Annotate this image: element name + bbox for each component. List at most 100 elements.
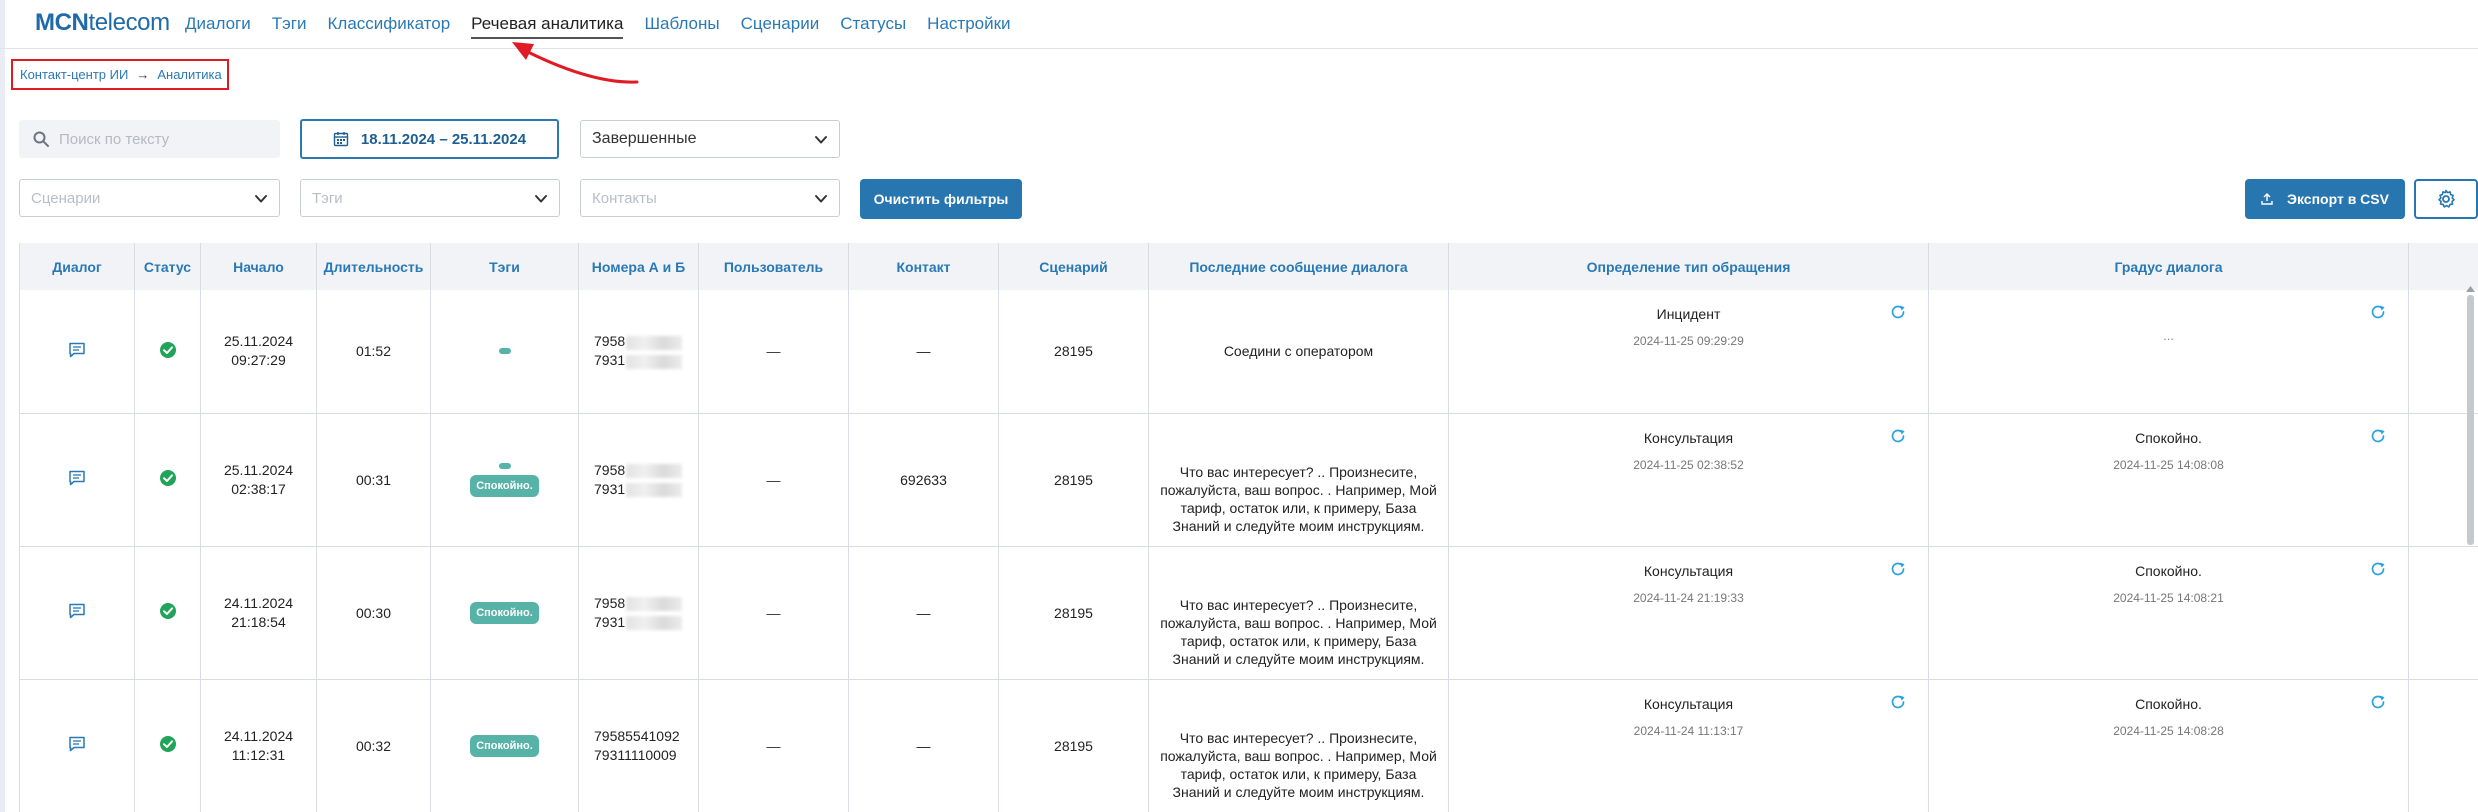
start-date: 25.11.2024 <box>223 461 294 478</box>
start-date: 24.11.2024 <box>223 594 294 611</box>
request-type-cell: Консультация 2024-11-25 02:38:52 <box>1448 413 1929 547</box>
refresh-icon[interactable] <box>2370 428 2386 447</box>
clear-filters-button[interactable]: Очистить фильтры <box>860 179 1022 219</box>
column-header-dialog[interactable]: Диалог <box>19 243 135 290</box>
tag-badge[interactable]: Спокойно. <box>470 474 539 497</box>
numbers-cell: 7958 7931 <box>578 413 699 547</box>
column-header-contact[interactable]: Контакт <box>848 243 999 290</box>
breadcrumb-arrow-icon: → <box>136 67 150 82</box>
tags-cell <box>430 290 579 414</box>
tag-badge[interactable]: Спокойно. <box>470 734 539 757</box>
scenarios-placeholder: Сценарии <box>31 189 101 207</box>
numbers-cell: 79585541092 79311110009 <box>578 679 699 812</box>
dialog-cell <box>19 679 135 812</box>
nav-item-classifier[interactable]: Классификатор <box>328 14 451 39</box>
nav-item-statuses[interactable]: Статусы <box>840 14 906 39</box>
start-time: 21:18:54 <box>231 613 286 630</box>
nav-item-dialogs[interactable]: Диалоги <box>185 14 251 39</box>
refresh-icon[interactable] <box>1890 694 1906 713</box>
check-circle-icon <box>159 470 177 490</box>
number-a: 7958 <box>594 461 698 480</box>
number-a: 79585541092 <box>594 727 680 744</box>
column-header-duration[interactable]: Длительность <box>316 243 431 290</box>
search-box[interactable] <box>19 120 280 158</box>
dialog-mood-cell: Спокойно. 2024-11-25 14:08:21 <box>1928 546 2409 680</box>
nav-item-tags[interactable]: Тэги <box>272 14 307 39</box>
user-cell: — <box>698 290 849 414</box>
refresh-icon[interactable] <box>1890 561 1906 580</box>
refresh-icon[interactable] <box>2370 561 2386 580</box>
column-header-tags[interactable]: Тэги <box>430 243 579 290</box>
date-range-picker[interactable]: 18.11.2024 – 25.11.2024 <box>300 119 559 159</box>
column-header-status[interactable]: Статус <box>134 243 201 290</box>
start-cell: 24.11.2024 11:12:31 <box>200 679 317 812</box>
scenario-cell: 28195 <box>998 290 1149 414</box>
tag-badge-collapsed[interactable] <box>498 348 511 355</box>
chat-bubble-icon[interactable] <box>68 470 86 489</box>
table-row[interactable]: 25.11.2024 09:27:29 01:52 7958 7931— —28195 Со… <box>19 290 2478 414</box>
search-input[interactable] <box>59 130 279 148</box>
scenarios-select[interactable]: Сценарии <box>19 179 280 217</box>
table-row[interactable]: 24.11.2024 21:18:54 00:30 Спокойно. 7958 7931… <box>19 546 2478 680</box>
duration-cell: 00:30 <box>316 546 431 680</box>
request-type-cell: Инцидент 2024-11-25 09:29:29 <box>1448 290 1929 414</box>
column-header-scenario[interactable]: Сценарий <box>998 243 1149 290</box>
number-a: 7958 <box>594 332 698 351</box>
refresh-icon[interactable] <box>1890 304 1906 323</box>
start-cell: 24.11.2024 21:18:54 <box>200 546 317 680</box>
column-header-start[interactable]: Начало <box>200 243 317 290</box>
request-type-cell: Консультация 2024-11-24 11:13:17 <box>1448 679 1929 812</box>
tags-placeholder: Тэги <box>312 189 343 207</box>
nav-item-templates[interactable]: Шаблоны <box>644 14 719 39</box>
table-settings-button[interactable] <box>2414 179 2478 219</box>
refresh-icon[interactable] <box>2370 694 2386 713</box>
last-message-text: Что вас интересует? .. Произнесите, пожа… <box>1160 463 1437 534</box>
table-scrollbar[interactable] <box>2467 295 2474 545</box>
dialog-cell <box>19 546 135 680</box>
column-header-user[interactable]: Пользователь <box>698 243 849 290</box>
scenario-cell: 28195 <box>998 413 1149 547</box>
dialog-mood-cell: Спокойно. 2024-11-25 14:08:08 <box>1928 413 2409 547</box>
tag-badge-collapsed[interactable] <box>498 462 511 469</box>
column-header-numbers[interactable]: Номера А и Б <box>578 243 699 290</box>
tag-badge[interactable]: Спокойно. <box>470 601 539 624</box>
mood-value: Спокойно. <box>2135 562 2202 579</box>
scroll-up-arrow-icon[interactable] <box>2466 286 2475 292</box>
logo[interactable]: MCNtelecom <box>35 9 170 37</box>
chevron-down-icon <box>815 136 827 144</box>
tags-select[interactable]: Тэги <box>300 179 560 217</box>
masked-digits <box>626 615 683 630</box>
column-header-request-type[interactable]: Определение тип обращения <box>1448 243 1929 290</box>
breadcrumb-item-contact-center[interactable]: Контакт-центр ИИ <box>20 67 128 82</box>
contacts-select[interactable]: Контакты <box>580 179 840 217</box>
chat-bubble-icon[interactable] <box>68 342 86 361</box>
column-header-extra <box>2408 243 2478 290</box>
table-row[interactable]: 25.11.2024 02:38:17 00:31 Спокойно. 7958 7931… <box>19 413 2478 547</box>
table-row[interactable]: 24.11.2024 11:12:31 00:32 Спокойно. 79585541… <box>19 679 2478 812</box>
breadcrumb-item-analytics[interactable]: Аналитика <box>157 67 221 82</box>
gear-icon <box>2438 189 2455 208</box>
numbers-cell: 7958 7931 <box>578 546 699 680</box>
chat-bubble-icon[interactable] <box>68 603 86 622</box>
duration-cell: 00:32 <box>316 679 431 812</box>
column-header-last-message[interactable]: Последние сообщение диалога <box>1148 243 1449 290</box>
export-csv-button[interactable]: Экспорт в CSV <box>2245 179 2405 219</box>
status-select[interactable]: Завершенные <box>580 120 840 158</box>
start-date: 25.11.2024 <box>223 333 294 350</box>
number-b: 7931 <box>594 351 698 370</box>
extra-cell <box>2408 546 2478 680</box>
status-cell <box>134 679 201 812</box>
breadcrumb: Контакт-центр ИИ → Аналитика <box>11 59 229 90</box>
tags-cell: Спокойно. <box>430 546 579 680</box>
chat-bubble-icon[interactable] <box>68 736 86 755</box>
dialog-cell <box>19 413 135 547</box>
refresh-icon[interactable] <box>2370 304 2386 323</box>
column-header-dialog-mood[interactable]: Градус диалога <box>1928 243 2409 290</box>
scenario-cell: 28195 <box>998 546 1149 680</box>
nav-item-settings[interactable]: Настройки <box>927 14 1010 39</box>
contact-cell: 692633 <box>848 413 999 547</box>
check-circle-icon <box>159 341 177 362</box>
refresh-icon[interactable] <box>1890 428 1906 447</box>
nav-item-scenarios[interactable]: Сценарии <box>741 14 820 39</box>
numbers-cell: 7958 7931 <box>578 290 699 414</box>
